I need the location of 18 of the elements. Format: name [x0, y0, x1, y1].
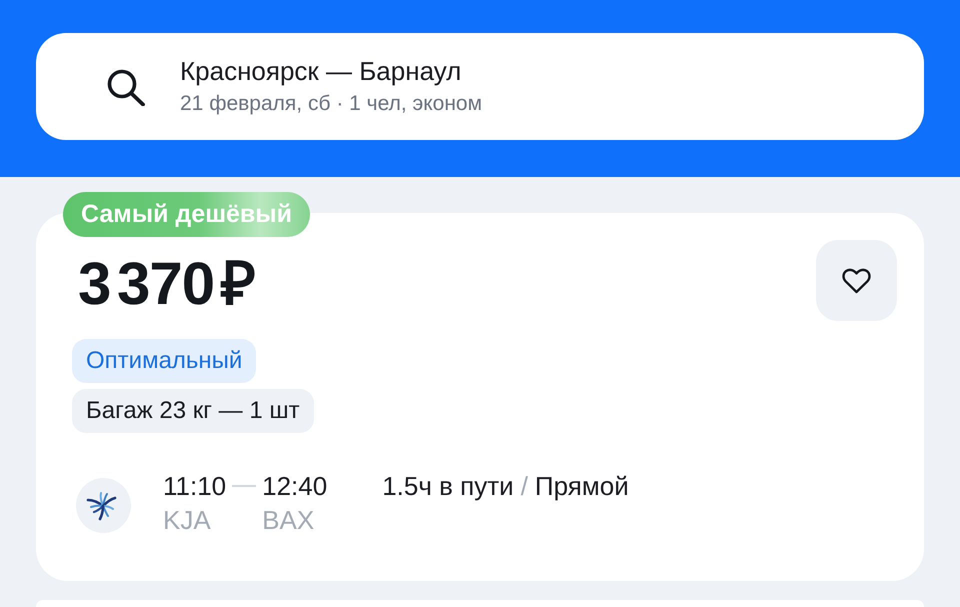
favorite-button[interactable] — [816, 240, 897, 321]
departure-time: 11:10 — [163, 471, 226, 501]
search-icon — [106, 68, 146, 106]
bird-logo-icon — [76, 478, 131, 533]
arrival-airport-code: BAX — [262, 505, 316, 535]
baggage-tag: Багаж 23 кг — 1 шт — [72, 389, 314, 433]
arrival-time: 12:40 — [262, 471, 328, 501]
stops-text: Прямой — [534, 471, 629, 501]
separator-slash: / — [520, 471, 528, 501]
search-details-text: 21 февраля, сб · 1 чел, эконом — [180, 91, 482, 117]
duration-text: 1.5ч в пути — [382, 471, 514, 501]
price-text: 3 370 ₽ — [78, 254, 255, 314]
route-text: Красноярск — Барнаул — [180, 56, 462, 86]
departure-airport-code: KJA — [163, 505, 212, 535]
time-dash-line — [232, 485, 256, 487]
search-field[interactable]: Красноярск — Барнаул 21 февраля, сб · 1 чел, эконом — [36, 33, 924, 140]
cheapest-badge: Самый дешёвый — [63, 192, 310, 237]
fare-tag: Оптимальный — [72, 339, 256, 383]
